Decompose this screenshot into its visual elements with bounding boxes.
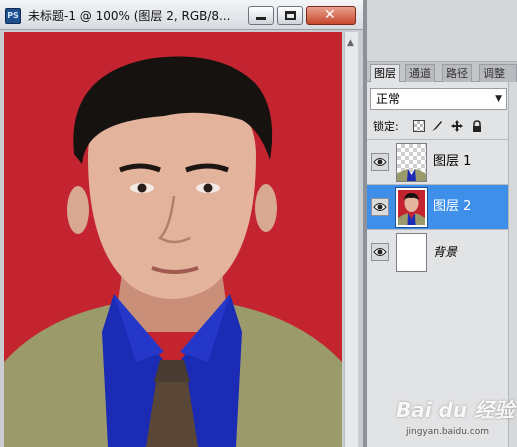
panel-dock-area [367,0,517,62]
watermark-logo: Bai du 经验 [396,398,515,422]
close-icon: ✕ [324,7,336,23]
lock-row: 锁定: [367,117,517,137]
tab-channels[interactable]: 通道 [405,64,435,82]
portrait-photo [4,32,342,447]
watermark: Bai du 经验 jingyan.baidu.com [394,398,514,444]
minimize-icon [256,17,266,20]
lock-position-icon[interactable] [451,120,463,132]
layers-panel: 图层 通道 路径 调整 正常 ▼ 锁定: 图层 1 图层 2 背景 [367,62,517,447]
visibility-toggle[interactable] [371,198,389,216]
layer-name: 背景 [433,245,458,259]
eye-icon [373,158,387,166]
photoshop-app-icon: PS [5,8,21,24]
layer-row-background[interactable]: 背景 [367,229,517,274]
layer-thumbnail [396,143,427,182]
blend-mode-dropdown[interactable]: 正常 ▼ [370,88,507,110]
layer-name: 图层 2 [433,199,472,214]
minimize-button[interactable] [248,6,274,25]
tab-paths[interactable]: 路径 [442,64,472,82]
layer-name: 图层 1 [433,154,472,169]
lock-image-pixels-icon[interactable] [431,120,443,132]
document-title: 未标题-1 @ 100% (图层 2, RGB/8... [28,9,231,23]
eye-icon [373,248,387,256]
maximize-button[interactable] [277,6,303,25]
vertical-scrollbar[interactable]: ▲ [344,32,358,447]
visibility-toggle[interactable] [371,153,389,171]
document-titlebar[interactable]: PS 未标题-1 @ 100% (图层 2, RGB/8... ✕ [0,0,363,30]
watermark-url: jingyan.baidu.com [406,427,490,437]
tab-layers[interactable]: 图层 [370,64,400,82]
canvas[interactable] [4,32,342,447]
scroll-up-arrow-icon[interactable]: ▲ [347,38,354,48]
document-window: PS 未标题-1 @ 100% (图层 2, RGB/8... ✕ ▲ [0,0,363,447]
maximize-icon [285,11,296,20]
blend-mode-value: 正常 [376,92,401,106]
lock-label: 锁定: [373,120,399,133]
close-button[interactable]: ✕ [306,6,356,25]
layer-thumbnail [395,187,428,228]
dropdown-arrow-icon: ▼ [495,94,502,104]
lock-all-icon[interactable] [471,120,483,132]
tab-adjustments[interactable]: 调整 [479,64,517,82]
layer-row-1[interactable]: 图层 1 [367,139,517,184]
layer-thumbnail [396,233,427,272]
visibility-toggle[interactable] [371,243,389,261]
layer-row-2[interactable]: 图层 2 [367,184,517,229]
panel-tabs: 图层 通道 路径 调整 [367,62,517,82]
eye-icon [373,203,387,211]
panel-scrollbar[interactable] [508,82,517,447]
lock-transparent-pixels-icon[interactable] [413,120,425,132]
